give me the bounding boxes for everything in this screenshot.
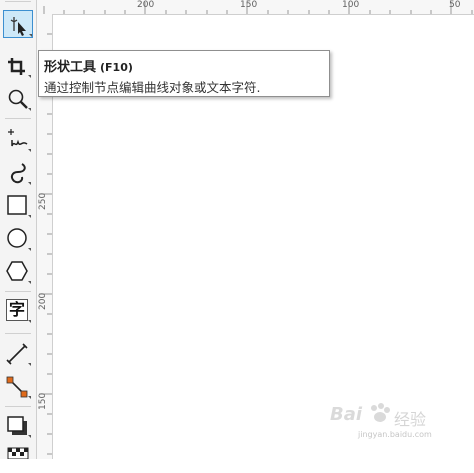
ellipse-tool-button[interactable] xyxy=(3,225,33,253)
paw-icon xyxy=(371,403,390,422)
ruler-label: 100 xyxy=(342,0,360,10)
tool-tooltip: 形状工具 (F10) 通过控制节点编辑曲线对象或文本字符. xyxy=(38,50,330,97)
transparency-icon xyxy=(7,447,29,459)
rectangle-icon xyxy=(7,195,31,218)
drop-shadow-icon xyxy=(7,416,31,438)
artistic-media-tool-button[interactable] xyxy=(3,159,33,187)
tooltip-title: 形状工具 (F10) xyxy=(44,56,133,75)
polygon-icon xyxy=(6,261,31,284)
crop-icon xyxy=(8,58,31,78)
connector-tool-button[interactable] xyxy=(3,373,33,401)
watermark-url: jingyan.baidu.com xyxy=(358,430,432,439)
watermark: Bai 经验 jingyan.baidu.com xyxy=(328,400,458,444)
text-tool-button[interactable]: 字 xyxy=(3,297,33,325)
ruler-label: 200 xyxy=(137,0,155,10)
watermark-brand-cn: 经验 xyxy=(394,410,427,429)
text-tool-icon: 字 xyxy=(6,299,28,321)
drop-shadow-tool-button[interactable] xyxy=(3,412,33,440)
tooltip-shortcut: (F10) xyxy=(100,61,133,74)
ruler-label: 50 xyxy=(449,0,461,10)
polygon-tool-button[interactable] xyxy=(3,258,33,286)
dimension-icon xyxy=(6,343,31,366)
transparency-tool-button[interactable] xyxy=(3,445,33,473)
ruler-label: 150 xyxy=(240,0,258,10)
ruler-label: 200 xyxy=(38,292,48,310)
ellipse-icon xyxy=(7,228,31,251)
freehand-icon xyxy=(8,129,31,152)
dimension-tool-button[interactable] xyxy=(3,340,33,368)
tooltip-description: 通过控制节点编辑曲线对象或文本字符. xyxy=(44,80,261,95)
crop-tool-button[interactable] xyxy=(3,52,33,80)
shape-tool-icon xyxy=(10,17,32,37)
magnifier-icon xyxy=(8,89,31,111)
horizontal-ruler[interactable]: 200 150 100 50 xyxy=(37,0,474,15)
rectangle-tool-button[interactable] xyxy=(3,192,33,220)
connector-icon xyxy=(6,376,31,399)
zoom-tool-button[interactable] xyxy=(3,85,33,113)
shape-tool-button[interactable] xyxy=(3,10,33,38)
ruler-label: 150 xyxy=(38,392,48,410)
ruler-label: 250 xyxy=(38,192,48,210)
tooltip-tool-name: 形状工具 xyxy=(44,60,97,75)
watermark-brand: Bai xyxy=(330,404,363,425)
freehand-tool-button[interactable] xyxy=(3,126,33,154)
text-tool-glyph: 字 xyxy=(8,300,25,319)
artistic-media-icon xyxy=(10,163,31,185)
toolbox: 字 xyxy=(0,0,37,459)
